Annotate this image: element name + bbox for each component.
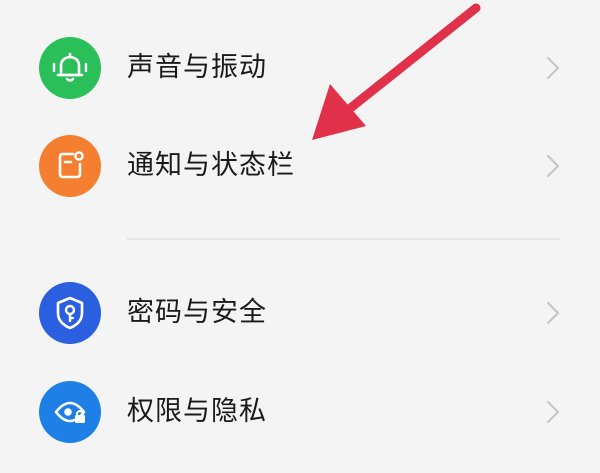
chevron-right-icon [547,155,559,177]
settings-item-label: 通知与状态栏 [127,150,295,181]
settings-item-notification-statusbar[interactable]: 通知与状态栏 [0,135,600,227]
chevron-right-icon [547,57,559,79]
notification-badge-icon [39,135,101,197]
settings-item-password-security[interactable]: 密码与安全 [0,282,600,374]
eye-lock-icon [39,381,101,443]
settings-item-label: 密码与安全 [127,297,267,328]
chevron-right-icon [547,401,559,423]
settings-item-label: 声音与振动 [127,52,267,83]
shield-key-icon [39,282,101,344]
chevron-right-icon [547,302,559,324]
settings-item-sound-vibration[interactable]: 声音与振动 [0,37,600,129]
bell-icon [39,37,101,99]
settings-item-label: 权限与隐私 [127,396,267,427]
settings-item-permission-privacy[interactable]: 权限与隐私 [0,381,600,473]
section-divider [127,238,560,240]
settings-screen: 声音与振动 通知与状态栏 密码与安全 权限与隐私 [0,0,600,450]
